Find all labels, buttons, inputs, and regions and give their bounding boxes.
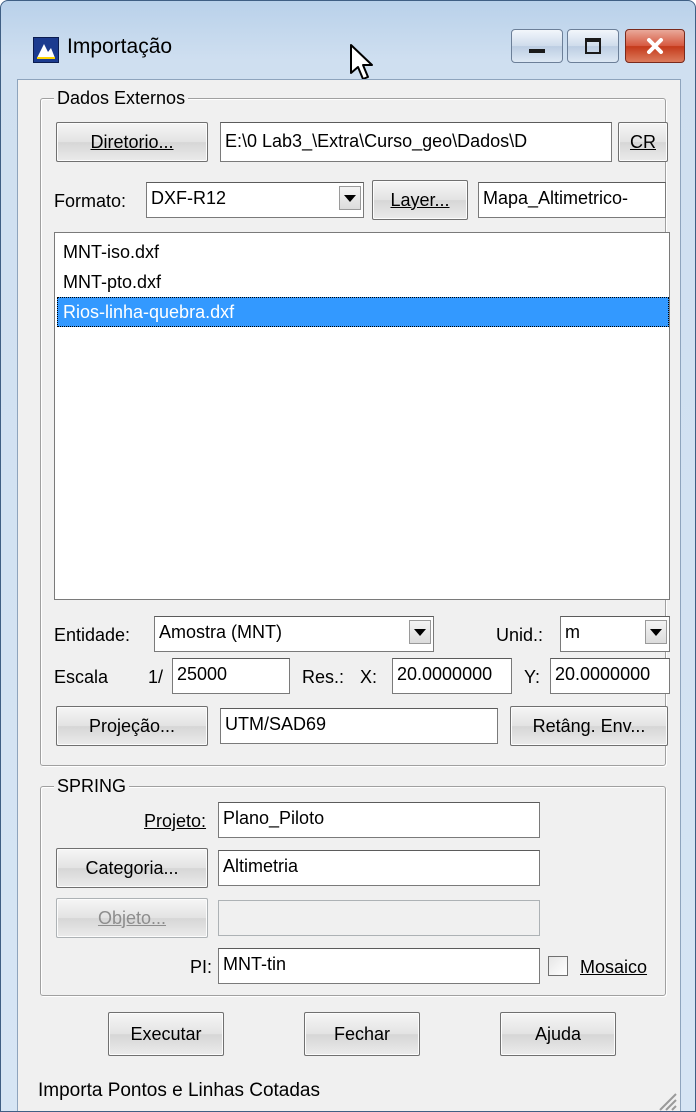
diretorio-button[interactable]: Diretorio... [56,122,208,162]
res-y-field[interactable]: 20.0000000 [550,658,670,694]
cr-button[interactable]: CR [618,122,668,162]
projecao-button-label: Projeção... [88,715,176,736]
entidade-dropdown-button[interactable] [409,620,431,644]
mouse-cursor-icon [349,43,375,83]
escala-field[interactable]: 25000 [172,658,290,694]
close-icon [647,38,663,54]
resize-grip-icon[interactable] [656,1090,678,1112]
fechar-button[interactable]: Fechar [304,1012,420,1056]
chevron-down-icon [344,194,356,202]
fechar-button-label: Fechar [333,1023,391,1044]
window-title: Importação [67,35,173,58]
layer-button[interactable]: Layer... [372,180,468,220]
objeto-button[interactable]: Objeto... [56,898,208,938]
res-label: Res.: [302,667,345,687]
res-x-label: X: [360,667,378,687]
mosaico-checkbox[interactable] [548,956,568,976]
projecao-button[interactable]: Projeção... [56,706,208,746]
ajuda-button-label: Ajuda [534,1023,582,1044]
formato-value: DXF-R12 [151,188,227,208]
formato-label: Formato: [54,191,127,211]
layer-field[interactable]: Mapa_Altimetrico- [478,182,666,218]
chevron-down-icon [650,628,662,636]
list-item[interactable]: MNT-iso.dxf [57,237,669,267]
formato-select[interactable]: DXF-R12 [146,182,364,218]
status-text: Importa Pontos e Linhas Cotadas [38,1080,321,1101]
objeto-button-label: Objeto... [97,907,167,928]
list-item[interactable]: MNT-pto.dxf [57,267,669,297]
mosaico-label: Mosaico [580,957,648,977]
entidade-value: Amostra (MNT) [159,622,282,642]
pi-label: PI: [190,957,213,977]
unid-select[interactable]: m [560,616,670,652]
categoria-button-label: Categoria... [85,857,179,878]
projeto-label: Projeto: [144,811,207,831]
res-x-field[interactable]: 20.0000000 [392,658,512,694]
diretorio-button-label: Diretorio... [90,131,174,152]
importacao-window: Importação Dados Externos Diretorio... E… [0,0,696,1112]
list-item-selected[interactable]: Rios-linha-quebra.dxf [57,297,669,327]
entidade-label: Entidade: [54,625,131,645]
ajuda-button[interactable]: Ajuda [500,1012,616,1056]
diretorio-path-field[interactable]: E:\0 Lab3_\Extra\Curso_geo\Dados\D [220,122,612,162]
maximize-button[interactable] [567,29,619,63]
chevron-down-icon [414,628,426,636]
projeto-field[interactable]: Plano_Piloto [218,802,540,838]
projecao-field[interactable]: UTM/SAD69 [220,708,498,744]
minimize-button[interactable] [511,29,563,63]
escala-prefix: 1/ [148,667,164,687]
file-list[interactable]: MNT-iso.dxf MNT-pto.dxf Rios-linha-quebr… [54,232,670,600]
unid-value: m [565,622,580,642]
layer-button-label: Layer... [390,189,450,210]
dialog-client-area: Dados Externos Diretorio... E:\0 Lab3_\E… [17,79,681,1112]
maximize-icon [585,38,601,54]
dados-externos-legend: Dados Externos [54,88,189,109]
categoria-field[interactable]: Altimetria [218,850,540,886]
spring-legend: SPRING [54,776,130,797]
retang-env-button[interactable]: Retâng. Env... [510,706,668,746]
res-y-label: Y: [524,667,541,687]
executar-button-label: Executar [130,1023,202,1044]
unid-label: Unid.: [496,625,544,645]
close-button[interactable] [625,29,685,63]
categoria-button[interactable]: Categoria... [56,848,208,888]
retang-env-button-label: Retâng. Env... [532,715,646,736]
executar-button[interactable]: Executar [108,1012,224,1056]
objeto-field[interactable] [218,900,540,936]
pi-field[interactable]: MNT-tin [218,948,540,984]
window-app-icon [33,37,59,63]
escala-label: Escala [54,667,109,687]
cr-button-label: CR [630,131,656,152]
minimize-icon [529,49,545,53]
formato-dropdown-button[interactable] [339,186,361,210]
unid-dropdown-button[interactable] [645,620,667,644]
status-bar: Importa Pontos e Linhas Cotadas [18,1074,680,1112]
entidade-select[interactable]: Amostra (MNT) [154,616,434,652]
